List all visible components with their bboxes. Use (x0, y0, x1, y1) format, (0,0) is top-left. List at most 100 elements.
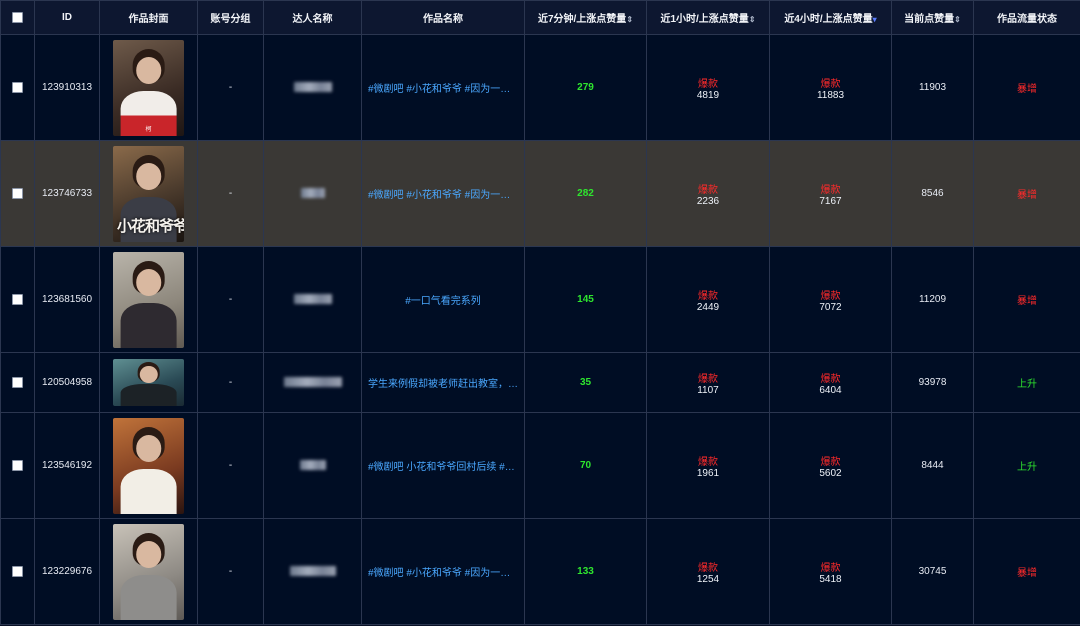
hot-badge: 爆款 (820, 456, 841, 468)
table-row[interactable]: 123910313 柯 - #微剧吧 #小花和爷爷 #因为一个片… 279 爆款… (0, 34, 1080, 141)
cover-thumbnail[interactable]: 柯 (113, 39, 184, 136)
row-select-cell[interactable] (0, 412, 35, 519)
cover-cell[interactable] (99, 246, 198, 353)
select-all-cell[interactable] (0, 0, 35, 35)
row-status: 上升 (973, 352, 1080, 413)
likes-1h-value: 1107 (697, 384, 719, 396)
likes-7min-value: 70 (579, 460, 592, 471)
select-all-checkbox[interactable] (12, 11, 23, 23)
row-id: 120504958 (34, 352, 100, 413)
row-title-cell[interactable]: #微剧吧 #小花和爷爷 #因为一个片… (361, 140, 525, 247)
row-likes-4h: 爆款 6404 (769, 352, 892, 413)
likes-4h-value: 11883 (816, 89, 845, 101)
figure-head (135, 540, 162, 568)
row-title-link[interactable]: #微剧吧 #小花和爷爷 #因为一个片… (363, 80, 524, 95)
hot-badge: 爆款 (820, 562, 841, 574)
row-title-cell[interactable]: 学生来例假却被老师赶出教室，还… (361, 352, 525, 413)
row-id: 123746733 (34, 140, 100, 247)
cover-cell[interactable]: 柯 (99, 34, 198, 141)
row-likes-4h: 爆款 5602 (769, 412, 892, 519)
sort-down-icon[interactable]: ▾ (873, 15, 877, 24)
row-title-link[interactable]: 学生来例假却被老师赶出教室，还… (363, 375, 524, 390)
status-badge: 暴增 (1017, 296, 1037, 307)
likes-7min-value: 35 (579, 377, 592, 388)
table-row[interactable]: 120504958 - 学生来例假却被老师赶出教室，还… 35 爆款 1107 爆… (0, 352, 1080, 413)
row-likes-4h: 爆款 5418 (769, 518, 892, 625)
col-group: 账号分组 (197, 0, 264, 35)
row-creator (263, 518, 362, 625)
col-likes-7min[interactable]: 近7分钟/上涨点赞量⇕ (524, 0, 647, 35)
row-likes-4h: 爆款 11883 (769, 34, 892, 141)
creator-name-blurred (293, 294, 332, 305)
row-select-cell[interactable] (0, 140, 35, 247)
row-title-link[interactable]: #微剧吧 #小花和爷爷 #因为一个片… (363, 564, 524, 579)
table-row[interactable]: 123681560 - #一口气看完系列 145 爆款 2449 爆款 7072 1… (0, 246, 1080, 353)
cover-cell[interactable] (99, 518, 198, 625)
row-likes-1h: 爆款 4819 (646, 34, 770, 141)
row-group: - (197, 518, 264, 625)
row-likes-4h: 爆款 7167 (769, 140, 892, 247)
sort-icon[interactable]: ⇕ (749, 15, 756, 24)
row-checkbox[interactable] (12, 81, 23, 93)
cover-thumbnail[interactable] (113, 523, 184, 620)
row-group: - (197, 352, 264, 413)
cover-thumbnail[interactable] (113, 359, 184, 406)
row-likes-7min: 35 (524, 352, 647, 413)
row-title-link[interactable]: #一口气看完系列 (363, 292, 524, 307)
likes-1h-value: 4819 (696, 89, 720, 101)
row-checkbox[interactable] (12, 565, 23, 577)
cover-caption: 小花和爷爷 (117, 216, 184, 235)
likes-4h-value: 5602 (819, 467, 842, 479)
hot-badge: 爆款 (820, 290, 841, 302)
row-status: 暴增 (973, 34, 1080, 141)
row-checkbox[interactable] (12, 293, 23, 305)
row-likes-7min: 70 (524, 412, 647, 519)
col-likes-current[interactable]: 当前点赞量⇕ (891, 0, 974, 35)
col-likes-4h-label: 近4小时/上涨点赞量 (784, 14, 873, 25)
cover-thumbnail[interactable]: 小花和爷爷 (113, 145, 184, 242)
row-title-link[interactable]: #微剧吧 小花和爷爷回村后续 #小… (363, 458, 524, 473)
row-select-cell[interactable] (0, 352, 35, 413)
likes-7min-value: 282 (577, 188, 594, 199)
sort-icon[interactable]: ⇕ (954, 15, 961, 24)
table-row[interactable]: 123229676 - #微剧吧 #小花和爷爷 #因为一个片… 133 爆款 12… (0, 518, 1080, 625)
row-id: 123229676 (34, 518, 100, 625)
row-title-link[interactable]: #微剧吧 #小花和爷爷 #因为一个片… (363, 186, 524, 201)
cover-cell[interactable]: 小花和爷爷 (99, 140, 198, 247)
row-select-cell[interactable] (0, 34, 35, 141)
row-select-cell[interactable] (0, 518, 35, 625)
creator-name-blurred (299, 460, 326, 471)
cover-cell[interactable] (99, 352, 198, 413)
works-table: ID 作品封面 账号分组 达人名称 作品名称 近7分钟/上涨点赞量⇕ 近1小时/… (0, 0, 1080, 625)
likes-1h-value: 2236 (696, 195, 720, 207)
row-likes-7min: 282 (524, 140, 647, 247)
hot-badge: 爆款 (820, 373, 841, 385)
col-likes-1h[interactable]: 近1小时/上涨点赞量⇕ (646, 0, 770, 35)
row-title-cell[interactable]: #微剧吧 #小花和爷爷 #因为一个片… (361, 518, 525, 625)
col-creator: 达人名称 (263, 0, 362, 35)
row-title-cell[interactable]: #微剧吧 小花和爷爷回村后续 #小… (361, 412, 525, 519)
row-select-cell[interactable] (0, 246, 35, 353)
row-checkbox[interactable] (12, 459, 23, 471)
row-checkbox[interactable] (12, 376, 23, 388)
cover-cell[interactable] (99, 412, 198, 519)
row-likes-7min: 279 (524, 34, 647, 141)
row-title-cell[interactable]: #一口气看完系列 (361, 246, 525, 353)
row-creator (263, 352, 362, 413)
cover-thumbnail[interactable] (113, 417, 184, 514)
sort-icon[interactable]: ⇕ (626, 15, 633, 24)
col-likes-4h[interactable]: 近4小时/上涨点赞量▾ (769, 0, 892, 35)
likes-7min-value: 133 (577, 566, 594, 577)
status-badge: 暴增 (1017, 84, 1037, 95)
table-row[interactable]: 123546192 - #微剧吧 小花和爷爷回村后续 #小… 70 爆款 1961… (0, 412, 1080, 519)
status-badge: 上升 (1017, 462, 1037, 473)
cover-thumbnail[interactable] (113, 251, 184, 348)
row-likes-1h: 爆款 1107 (646, 352, 770, 413)
figure-head (135, 162, 162, 190)
row-title-cell[interactable]: #微剧吧 #小花和爷爷 #因为一个片… (361, 34, 525, 141)
table-row[interactable]: 123746733 小花和爷爷 - #微剧吧 #小花和爷爷 #因为一个片… 28… (0, 140, 1080, 247)
table-header-row: ID 作品封面 账号分组 达人名称 作品名称 近7分钟/上涨点赞量⇕ 近1小时/… (0, 0, 1080, 35)
figure-head (135, 56, 162, 84)
row-checkbox[interactable] (12, 187, 23, 199)
figure-body (120, 469, 177, 514)
